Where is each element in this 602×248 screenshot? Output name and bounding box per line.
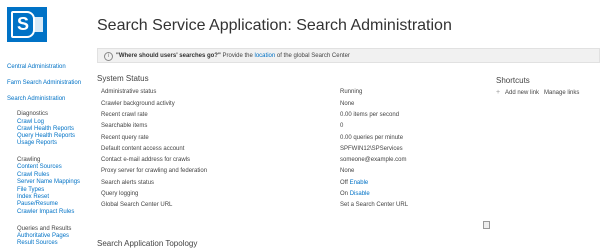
nav-central-administration[interactable]: Central Administration xyxy=(7,64,66,70)
nav-item-authoritative-pages[interactable]: Authoritative Pages xyxy=(17,233,69,239)
set-search-center-url-link[interactable]: Set a Search Center URL xyxy=(340,202,408,208)
page-icon[interactable] xyxy=(483,221,490,229)
notification-text: "Where should users' searches go?" Provi… xyxy=(116,49,350,64)
nav-item-result-sources[interactable]: Result Sources xyxy=(17,240,58,246)
status-label-crawler-background-activity: Crawler background activity xyxy=(101,101,175,107)
status-value-administrative-status: Running xyxy=(340,89,363,95)
system-status-heading: System Status xyxy=(97,74,149,83)
sharepoint-logo[interactable]: S xyxy=(7,7,47,42)
status-label-searchable-items: Searchable items xyxy=(101,123,148,129)
status-value-query-logging: On Disable xyxy=(340,191,370,197)
default-content-access-account-link[interactable]: SPFWIN12\SPServices xyxy=(340,146,403,152)
status-label-contact-email: Contact e-mail address for crawls xyxy=(101,157,191,163)
nav-item-usage-reports[interactable]: Usage Reports xyxy=(17,140,57,146)
status-label-recent-query-rate: Recent query rate xyxy=(101,135,149,141)
status-value-search-alerts: Off Enable xyxy=(340,180,368,186)
nav-heading-queries-and-results[interactable]: Queries and Results xyxy=(17,226,71,232)
nav-farm-search-administration[interactable]: Farm Search Administration xyxy=(7,80,81,86)
notification-bar: i "Where should users' searches go?" Pro… xyxy=(97,48,600,63)
status-label-default-content-access-account: Default content access account xyxy=(101,146,185,152)
notification-question: "Where should users' searches go?" xyxy=(116,53,221,59)
status-label-recent-crawl-rate: Recent crawl rate xyxy=(101,112,148,118)
add-icon: + xyxy=(496,89,501,96)
nav-item-crawl-rules[interactable]: Crawl Rules xyxy=(17,172,49,178)
notification-prefix: Provide the xyxy=(222,53,253,59)
manage-links-button[interactable]: Manage links xyxy=(544,90,579,96)
page-title: Search Service Application: Search Admin… xyxy=(97,17,452,34)
add-new-link-button[interactable]: Add new link xyxy=(505,90,539,96)
contact-email-link[interactable]: someone@example.com xyxy=(340,157,406,163)
shortcuts-heading: Shortcuts xyxy=(496,76,530,85)
logo-letter: S xyxy=(11,11,35,38)
nav-item-pause-resume[interactable]: Pause/Resume xyxy=(17,201,58,207)
status-label-administrative-status: Administrative status xyxy=(101,89,157,95)
nav-item-query-health-reports[interactable]: Query Health Reports xyxy=(17,133,75,139)
nav-item-content-sources[interactable]: Content Sources xyxy=(17,164,62,170)
proxy-server-link[interactable]: None xyxy=(340,168,354,174)
nav-item-crawl-health-reports[interactable]: Crawl Health Reports xyxy=(17,126,74,132)
nav-item-crawl-log[interactable]: Crawl Log xyxy=(17,119,44,125)
status-value-searchable-items: 0 xyxy=(340,123,344,129)
nav-item-crawler-impact-rules[interactable]: Crawler Impact Rules xyxy=(17,209,74,215)
status-label-search-alerts-status: Search alerts status xyxy=(101,180,155,186)
status-label-proxy-server: Proxy server for crawling and federation xyxy=(101,168,208,174)
notification-suffix: of the global Search Center xyxy=(276,53,350,59)
search-alerts-state: Off xyxy=(340,180,348,186)
location-link[interactable]: location xyxy=(255,53,276,59)
nav-item-server-name-mappings[interactable]: Server Name Mappings xyxy=(17,179,80,185)
query-logging-state: On xyxy=(340,191,349,197)
status-value-recent-crawl-rate: 0.00 items per second xyxy=(340,112,400,118)
disable-query-logging-link[interactable]: Disable xyxy=(350,191,370,197)
status-label-query-logging: Query logging xyxy=(101,191,139,197)
info-icon: i xyxy=(104,52,113,61)
status-label-global-search-center-url: Global Search Center URL xyxy=(101,202,173,208)
nav-heading-crawling[interactable]: Crawling xyxy=(17,157,40,163)
nav-heading-diagnostics[interactable]: Diagnostics xyxy=(17,111,48,117)
nav-item-file-types[interactable]: File Types xyxy=(17,187,44,193)
enable-alerts-link[interactable]: Enable xyxy=(350,180,369,186)
nav-search-administration[interactable]: Search Administration xyxy=(7,96,65,102)
nav-item-index-reset[interactable]: Index Reset xyxy=(17,194,49,200)
status-value-crawler-background-activity: None xyxy=(340,101,355,107)
status-value-recent-query-rate: 0.00 queries per minute xyxy=(340,135,404,141)
